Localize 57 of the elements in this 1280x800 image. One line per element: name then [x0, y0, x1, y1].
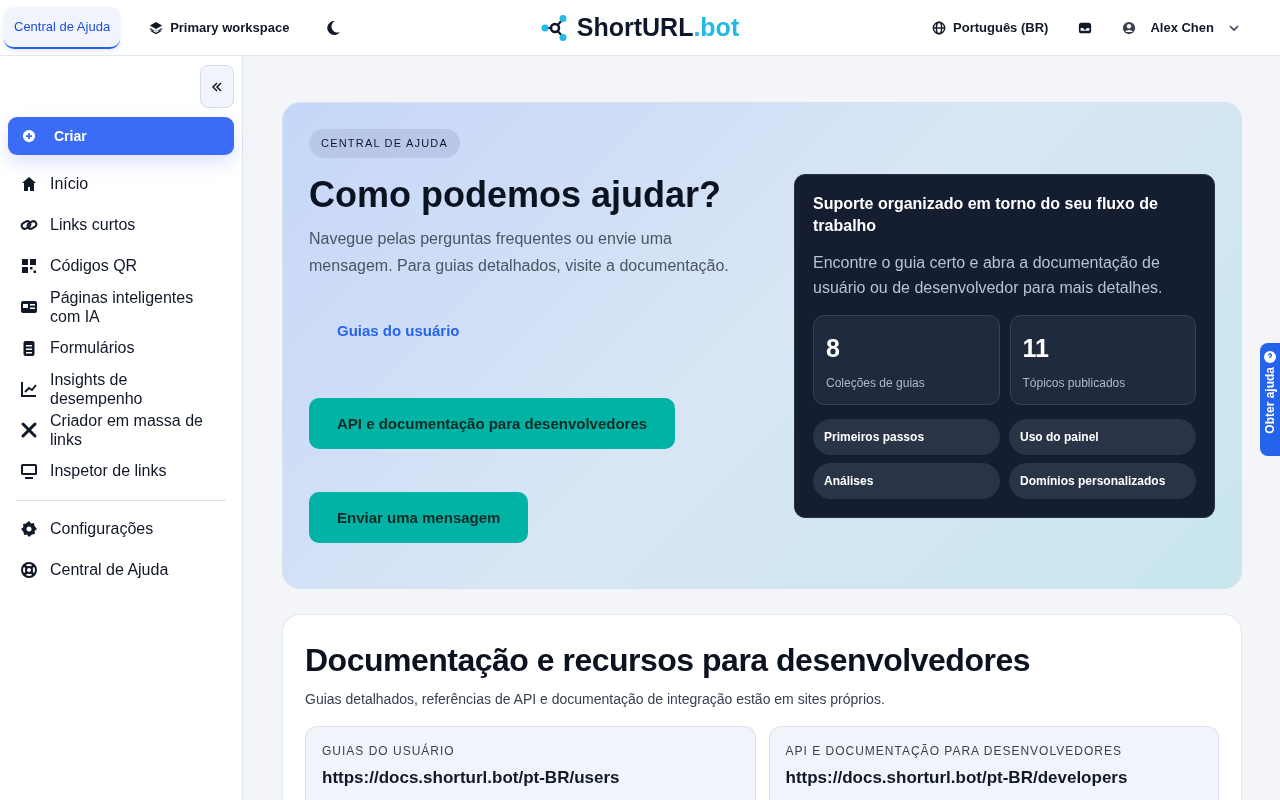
help-icon [1264, 351, 1276, 363]
sidebar-item[interactable]: Insights de desempenho [8, 368, 234, 409]
action-button[interactable]: Enviar uma mensagem [309, 492, 529, 543]
sidebar-item[interactable]: Criador em massa de links [8, 409, 234, 450]
docs-title: Documentação e recursos para desenvolvedores [305, 641, 1031, 679]
chart-icon [20, 379, 38, 398]
layers-icon [149, 20, 164, 35]
action-button[interactable]: API e documentação para desenvolvedores [309, 398, 676, 449]
home-icon [20, 174, 38, 193]
user-avatar-icon [1122, 20, 1137, 35]
user-menu-button[interactable]: Alex Chen [1122, 20, 1240, 35]
resource-card[interactable]: GUIAS DO USUÁRIO https://docs.shorturl.bot/pt-BR/users [305, 726, 756, 800]
language-button[interactable]: Português (BR) [932, 20, 1049, 35]
workspace-button[interactable]: Primary workspace [149, 20, 290, 35]
globe-icon [932, 20, 947, 35]
stat-label: Coleções de guias [826, 375, 926, 390]
hero-description: Navegue pelas perguntas frequentes ou envie uma mensagem. Para guias detalhados, visite a documentação. [309, 229, 730, 276]
resource-url: https://docs.shorturl.bot/pt-BR/users [322, 768, 621, 788]
moon-icon[interactable] [325, 19, 342, 36]
monitor-icon [20, 461, 38, 480]
section-badge: CENTRAL DE AJUDA [309, 129, 460, 158]
settings-icon [20, 519, 38, 538]
resource-label: API E DOCUMENTAÇÃO PARA DESENVOLVEDORES [785, 744, 1123, 758]
resource-label: GUIAS DO USUÁRIO [322, 744, 456, 758]
topic-chip[interactable]: Uso do painel [1009, 418, 1196, 455]
topic-chip[interactable]: Primeiros passos [813, 418, 1000, 455]
sidebar-item[interactable]: Início [8, 163, 234, 204]
help-center-tab[interactable]: Central de Ajuda [4, 6, 121, 49]
qr-icon [20, 256, 38, 275]
sidebar-item[interactable]: Central de Ajuda [8, 549, 234, 590]
lifebuoy-icon [20, 560, 38, 579]
resource-card[interactable]: API E DOCUMENTAÇÃO PARA DESENVOLVEDORES https://docs.shorturl.bot/pt-BR/developers [768, 726, 1219, 800]
double-chevron-left-icon [210, 79, 224, 94]
docs-description: Guias detalhados, referências de API e documentação de integração estão em sites próprios. [305, 691, 886, 707]
logo-icon [540, 13, 569, 42]
sidebar-item[interactable]: Configurações [8, 508, 234, 549]
sidebar-item[interactable]: Códigos QR [8, 245, 234, 286]
panel-title: Suporte organizado em torno do seu fluxo de trabalho [813, 193, 1159, 236]
plus-circle-icon [22, 129, 36, 143]
create-button[interactable]: Criar [8, 117, 234, 155]
resource-url: https://docs.shorturl.bot/pt-BR/developers [785, 768, 1129, 788]
topic-chip[interactable]: Análises [813, 462, 1000, 499]
sidebar-item[interactable]: Páginas inteligentes com IA [8, 286, 234, 327]
sidebar-item[interactable]: Inspetor de links [8, 450, 234, 491]
hero-title: Como podemos ajudar? [309, 174, 722, 216]
stat-value: 11 [1022, 333, 1050, 362]
collapse-sidebar-button[interactable] [200, 65, 234, 108]
stat-value: 8 [826, 333, 841, 362]
panel-description: Encontre o guia certo e abra a documentação de usuário ou de desenvolvedor para mais detalhes. [813, 252, 1164, 298]
topic-chip[interactable]: Domínios personalizados [1009, 462, 1196, 499]
sidebar-item[interactable]: Links curtos [8, 204, 234, 245]
logo-text: ShortURL.bot [576, 13, 740, 42]
get-help-tab[interactable]: Obter ajuda [1260, 343, 1280, 456]
stat-label: Tópicos publicados [1022, 375, 1127, 390]
inbox-icon[interactable] [1078, 20, 1093, 35]
user-guides-link[interactable]: Guias do usuário [337, 322, 460, 339]
sidebar-item[interactable]: Formulários [8, 327, 234, 368]
